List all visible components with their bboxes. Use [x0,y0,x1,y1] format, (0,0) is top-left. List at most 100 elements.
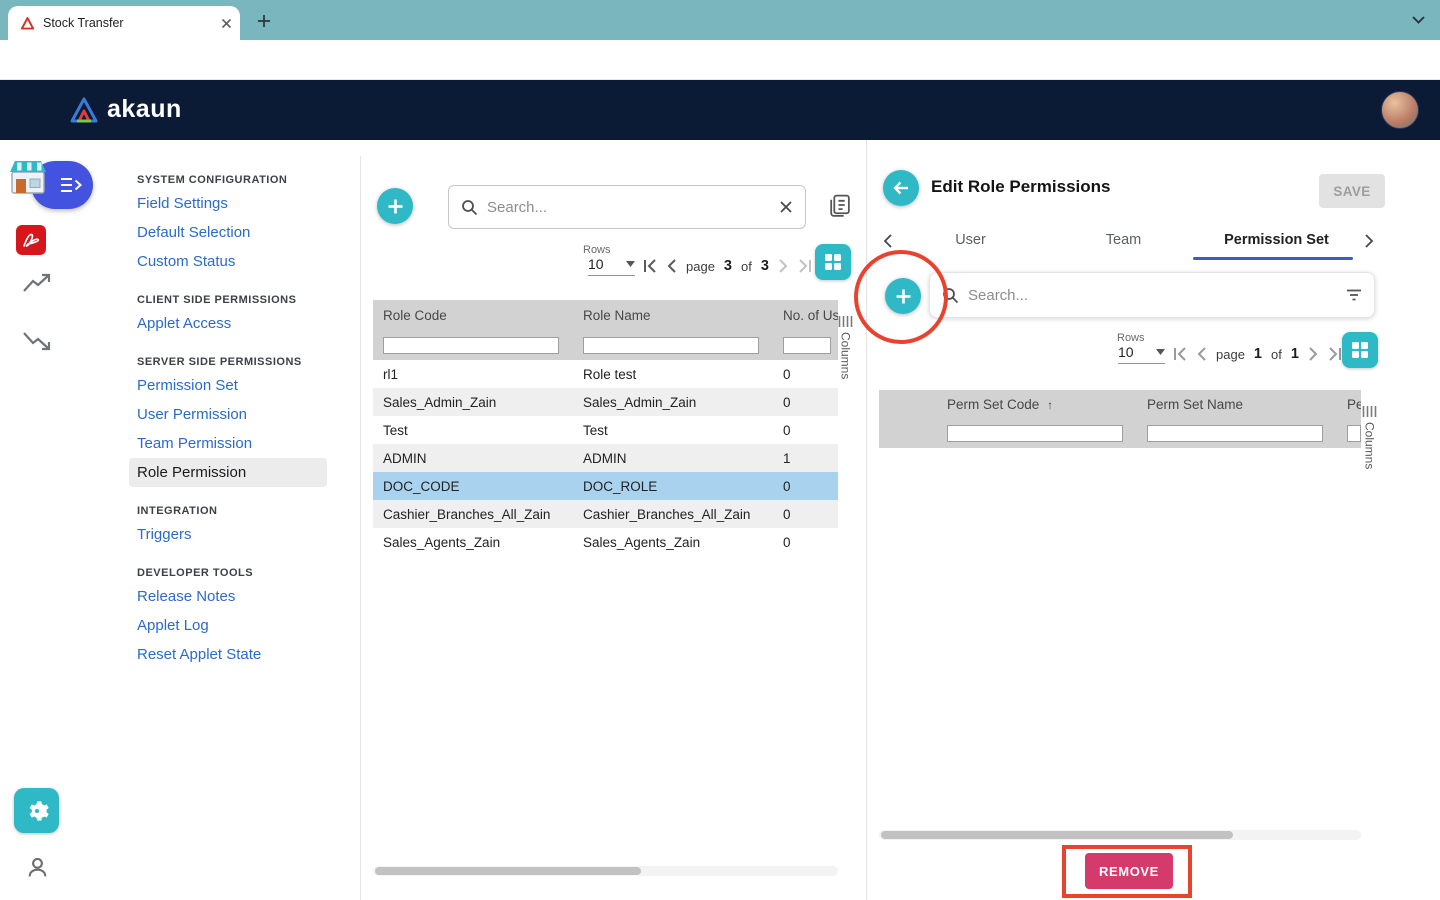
account-person-icon[interactable] [25,855,50,880]
sidebar-item-applet-access[interactable]: Applet Access [129,309,239,338]
horizontal-scrollbar[interactable] [373,866,838,876]
table-row[interactable]: rl1 Role test 0 [373,360,838,388]
filter-role-code-input[interactable] [383,337,559,354]
role-table: Role Code Role Name No. of Us rl1 Role t… [373,300,838,556]
columns-label: Columns [839,332,853,379]
tab-list-chevron-icon[interactable] [1412,16,1425,24]
sidebar-item-user-permission[interactable]: User Permission [129,400,255,429]
last-page-button[interactable] [797,259,812,273]
horizontal-scrollbar[interactable] [879,830,1361,840]
tab-user[interactable]: User [894,232,1047,248]
tab-team[interactable]: Team [1047,232,1200,248]
nav-section-developer-tools: DEVELOPER TOOLS Release Notes Applet Log… [137,567,360,669]
filter-users-input[interactable] [783,337,831,354]
prev-page-button[interactable] [1197,347,1207,361]
grid-icon [1351,341,1369,359]
permission-set-table: Perm Set Code ↑ Perm Set Name Pe [879,390,1361,828]
col-header-no-of-users[interactable]: No. of Us [773,308,838,323]
browser-tab[interactable]: Stock Transfer [8,6,240,40]
copy-list-icon[interactable] [826,192,853,220]
drag-bars-icon [1362,406,1377,417]
permission-table-body-empty [879,448,1361,828]
prev-page-button[interactable] [667,259,677,273]
applet-store-icon[interactable] [5,155,51,206]
sidebar-item-field-settings[interactable]: Field Settings [129,189,236,218]
sidebar-item-triggers[interactable]: Triggers [129,520,199,549]
grid-view-button[interactable] [1342,332,1378,368]
rows-label: Rows [1117,332,1145,344]
table-row[interactable]: ADMIN ADMIN 1 [373,444,838,472]
settings-gear-button[interactable] [14,788,59,833]
new-tab-button[interactable] [252,9,276,33]
table-row-selected[interactable]: DOC_CODE DOC_ROLE 0 [373,472,838,500]
next-page-button[interactable] [1308,347,1318,361]
section-heading: DEVELOPER TOOLS [137,567,360,579]
col-header-role-code[interactable]: Role Code [373,308,573,323]
sidebar-item-team-permission[interactable]: Team Permission [129,429,260,458]
sidebar-item-applet-log[interactable]: Applet Log [129,611,217,640]
sidebar-item-default-selection[interactable]: Default Selection [129,218,258,247]
sidebar-item-permission-set[interactable]: Permission Set [129,371,246,400]
col-header-truncated[interactable]: Pe [1337,397,1361,412]
rows-per-page-select[interactable]: 10 [1118,344,1165,364]
pdf-icon[interactable] [16,225,46,255]
page-current: 3 [724,258,732,274]
filter-role-name-input[interactable] [583,337,759,354]
role-table-header: Role Code Role Name No. of Us [373,300,838,330]
next-page-button[interactable] [778,259,788,273]
table-row[interactable]: Sales_Agents_Zain Sales_Agents_Zain 0 [373,528,838,556]
main-content: SYSTEM CONFIGURATION Field Settings Defa… [0,140,1440,900]
sort-asc-icon[interactable]: ↑ [1047,398,1053,412]
pagination: page 3 of 3 [643,254,812,278]
table-row[interactable]: Test Test 0 [373,416,838,444]
columns-handle[interactable]: Columns [838,316,853,379]
tabs-scroll-right-icon[interactable] [1365,234,1374,248]
table-row[interactable]: Sales_Admin_Zain Sales_Admin_Zain 0 [373,388,838,416]
trending-up-icon[interactable] [21,272,53,296]
tab-close-icon[interactable] [221,18,232,29]
sidebar-item-reset-applet-state[interactable]: Reset Applet State [129,640,269,669]
screen: Stock Transfer akaun.cloud/#/applet/tnt/… [0,0,1440,900]
table-row[interactable]: Cashier_Branches_All_Zain Cashier_Branch… [373,500,838,528]
last-page-button[interactable] [1327,347,1342,361]
role-search-input[interactable] [487,199,770,216]
remove-button[interactable]: REMOVE [1085,853,1173,889]
scrollbar-thumb[interactable] [375,867,641,875]
search-icon [942,287,959,304]
sidebar-item-custom-status[interactable]: Custom Status [129,247,243,276]
sidebar-item-role-permission[interactable]: Role Permission [129,458,327,487]
sidebar-item-release-notes[interactable]: Release Notes [129,582,243,611]
menu-expand-icon [60,177,82,193]
grid-view-button[interactable] [815,244,851,280]
save-button[interactable]: SAVE [1319,174,1385,208]
section-heading: SYSTEM CONFIGURATION [137,174,360,186]
tabs-scroll-left-icon[interactable] [883,234,892,248]
scrollbar-thumb[interactable] [881,831,1233,839]
filter-perm-set-code-input[interactable] [947,425,1123,442]
filter-truncated-input[interactable] [1347,425,1361,442]
first-page-button[interactable] [643,259,658,273]
col-header-perm-set-name[interactable]: Perm Set Name [1137,397,1337,412]
tab-favicon-icon [20,16,35,31]
edit-role-permissions-panel: Edit Role Permissions SAVE User Team Per… [866,140,1385,900]
col-header-role-name[interactable]: Role Name [573,308,773,323]
col-header-perm-set-code[interactable]: Perm Set Code ↑ [937,397,1137,412]
page-word: page [1216,347,1245,362]
nav-section-server-side-permissions: SERVER SIDE PERMISSIONS Permission Set U… [137,356,360,487]
grid-icon [824,253,842,271]
back-button[interactable] [883,170,919,206]
add-role-button[interactable] [377,188,413,224]
rows-per-page-select[interactable]: 10 [588,256,635,276]
user-avatar[interactable] [1381,91,1419,129]
trending-down-icon[interactable] [21,328,53,352]
clear-search-icon[interactable] [779,200,793,214]
first-page-button[interactable] [1173,347,1188,361]
add-permission-set-button[interactable] [885,278,921,314]
columns-handle[interactable]: Columns [1362,406,1377,469]
permission-tabs: User Team Permission Set [894,232,1354,248]
filter-icon[interactable] [1346,289,1362,301]
filter-perm-set-name-input[interactable] [1147,425,1323,442]
permission-search-input[interactable] [968,287,1337,304]
rows-value: 10 [588,256,604,272]
tab-permission-set[interactable]: Permission Set [1200,232,1353,248]
